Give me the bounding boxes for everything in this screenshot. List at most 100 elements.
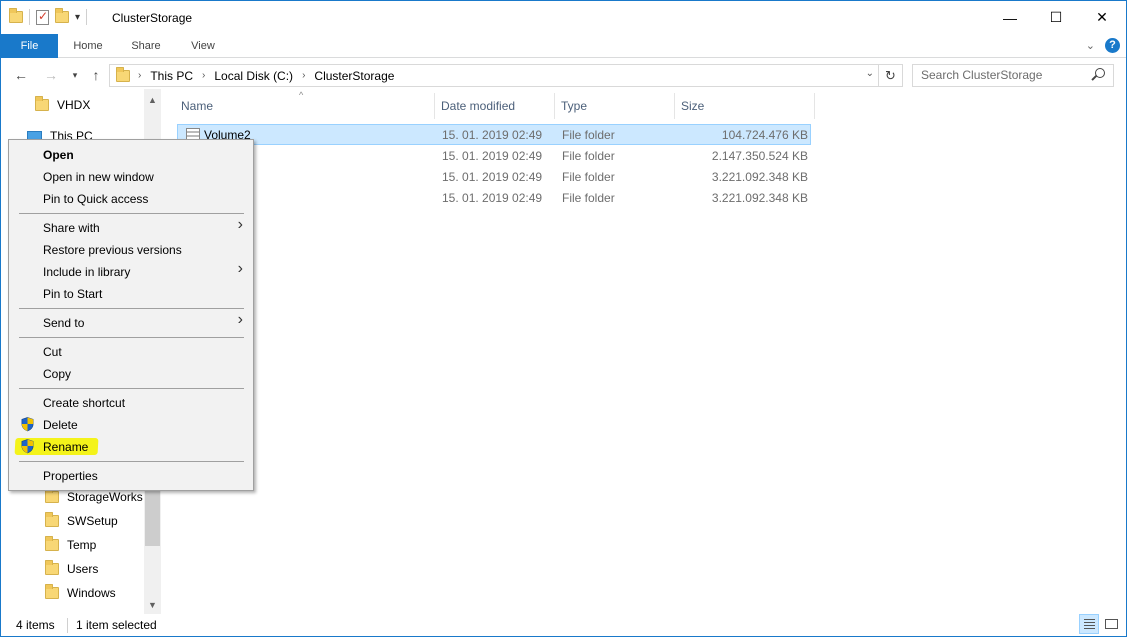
menu-item-create-shortcut[interactable]: Create shortcut — [43, 396, 125, 410]
address-dropdown-icon[interactable]: ⌄ — [866, 68, 874, 79]
file-row[interactable]: 15. 01. 2019 02:49 File folder 2.147.350… — [177, 146, 811, 167]
nav-item-label: Temp — [67, 538, 97, 552]
window-title: ClusterStorage — [112, 11, 193, 25]
uac-shield-icon — [21, 417, 34, 432]
tab-share[interactable]: Share — [121, 34, 171, 58]
breadcrumb: › This PC › Local Disk (C:) › ClusterSto… — [138, 69, 394, 83]
properties-icon[interactable] — [36, 9, 49, 25]
nav-item-users[interactable]: Users — [45, 558, 98, 580]
search-input[interactable]: Search ClusterStorage — [912, 64, 1114, 87]
menu-divider — [19, 308, 244, 309]
file-date: 15. 01. 2019 02:49 — [442, 191, 543, 205]
menu-item-cut[interactable]: Cut — [43, 345, 62, 359]
scroll-up-icon[interactable]: ▲ — [144, 95, 161, 105]
tab-home[interactable]: Home — [63, 34, 113, 58]
folder-icon — [45, 488, 59, 503]
folder-icon — [45, 536, 59, 551]
recent-locations-chevron-icon[interactable]: ▾ — [65, 65, 85, 85]
file-row-selected[interactable]: Volume2 15. 01. 2019 02:49 File folder 1… — [177, 124, 811, 145]
nav-item-label: Users — [67, 562, 99, 576]
status-bar: 4 items 1 item selected — [1, 614, 1126, 636]
menu-divider — [19, 337, 244, 338]
menu-item-pin-quick-access[interactable]: Pin to Quick access — [43, 192, 148, 206]
file-type: File folder — [562, 149, 615, 163]
explorer-window: ▾ ClusterStorage — ☐ ✕ File Home Share V… — [0, 0, 1127, 637]
toolbar-divider — [86, 9, 88, 25]
chevron-right-icon[interactable]: › — [302, 70, 305, 81]
submenu-chevron-icon: › — [237, 216, 243, 233]
nav-item-label: StorageWorks — [67, 490, 143, 504]
toolbar-divider — [29, 9, 30, 25]
column-header-date-modified[interactable]: Date modified — [435, 93, 555, 119]
file-size: 2.147.350.524 KB — [711, 149, 808, 163]
file-size: 3.221.092.348 KB — [711, 191, 808, 205]
refresh-button[interactable]: ↻ — [879, 64, 903, 87]
breadcrumb-local-disk[interactable]: Local Disk (C:) — [214, 69, 293, 83]
file-row[interactable]: 15. 01. 2019 02:49 File folder 3.221.092… — [177, 188, 811, 209]
ribbon-tabs: File Home Share View ⌄ ? — [1, 34, 1126, 58]
close-button[interactable]: ✕ — [1079, 1, 1125, 34]
minimize-button[interactable]: — — [987, 1, 1033, 34]
folder-icon — [116, 66, 130, 82]
nav-item-swsetup[interactable]: SWSetup — [45, 510, 118, 532]
customize-toolbar-arrow-icon[interactable]: ▾ — [75, 12, 80, 23]
file-row[interactable]: 15. 01. 2019 02:49 File folder 3.221.092… — [177, 167, 811, 188]
nav-item-windows[interactable]: Windows — [45, 582, 116, 604]
file-date: 15. 01. 2019 02:49 — [442, 149, 543, 163]
file-type: File folder — [562, 191, 615, 205]
column-header-size[interactable]: Size — [675, 93, 815, 119]
title-bar: ▾ ClusterStorage — ☐ ✕ — [1, 1, 1126, 34]
chevron-right-icon[interactable]: › — [202, 70, 205, 81]
menu-item-open-new-window[interactable]: Open in new window — [43, 170, 154, 184]
column-header-name[interactable]: Name — [175, 93, 435, 119]
menu-item-properties[interactable]: Properties — [43, 469, 98, 483]
column-header-type[interactable]: Type — [555, 93, 675, 119]
search-icon — [1095, 68, 1105, 78]
nav-item-label: Windows — [67, 586, 116, 600]
details-view-button[interactable] — [1079, 614, 1099, 634]
tab-view[interactable]: View — [178, 34, 228, 58]
help-icon[interactable]: ? — [1105, 38, 1120, 53]
context-menu: Open Open in new window Pin to Quick acc… — [8, 139, 254, 491]
menu-item-send-to[interactable]: Send to — [43, 316, 84, 330]
scrollbar-thumb[interactable] — [145, 484, 160, 546]
scroll-down-icon[interactable]: ▼ — [144, 600, 161, 610]
folder-icon — [45, 560, 59, 575]
menu-item-copy[interactable]: Copy — [43, 367, 71, 381]
breadcrumb-clusterstorage[interactable]: ClusterStorage — [314, 69, 394, 83]
new-folder-icon[interactable] — [55, 8, 69, 23]
back-arrow-icon[interactable]: ← — [11, 65, 31, 85]
file-list: ^ Name Date modified Type Size Volume2 1… — [163, 89, 1123, 614]
menu-divider — [19, 388, 244, 389]
folder-icon — [9, 8, 23, 23]
breadcrumb-this-pc[interactable]: This PC — [150, 69, 193, 83]
file-date: 15. 01. 2019 02:49 — [442, 128, 543, 142]
menu-item-rename[interactable]: Rename — [43, 440, 88, 454]
item-count: 4 items — [16, 618, 55, 632]
expand-ribbon-icon[interactable]: ⌄ — [1086, 39, 1095, 52]
file-type: File folder — [562, 128, 615, 142]
menu-item-delete[interactable]: Delete — [43, 418, 78, 432]
file-size: 3.221.092.348 KB — [711, 170, 808, 184]
address-bar[interactable]: › This PC › Local Disk (C:) › ClusterSto… — [109, 64, 879, 87]
forward-arrow-icon[interactable]: → — [41, 65, 61, 85]
search-placeholder: Search ClusterStorage — [921, 68, 1043, 82]
file-date: 15. 01. 2019 02:49 — [442, 170, 543, 184]
nav-item-vhdx[interactable]: VHDX — [35, 94, 90, 116]
tab-file[interactable]: File — [1, 34, 58, 58]
menu-item-open[interactable]: Open — [43, 148, 74, 162]
maximize-button[interactable]: ☐ — [1033, 1, 1079, 34]
chevron-right-icon[interactable]: › — [138, 70, 141, 81]
up-arrow-icon[interactable]: ↑ — [86, 65, 106, 85]
menu-item-pin-to-start[interactable]: Pin to Start — [43, 287, 102, 301]
menu-item-share-with[interactable]: Share with — [43, 221, 100, 235]
menu-item-restore-previous-versions[interactable]: Restore previous versions — [43, 243, 182, 257]
uac-shield-icon — [21, 439, 34, 454]
nav-item-temp[interactable]: Temp — [45, 534, 96, 556]
navigation-bar: ← → ▾ ↑ › This PC › Local Disk (C:) › Cl… — [1, 61, 1126, 89]
menu-item-include-in-library[interactable]: Include in library — [43, 265, 130, 279]
nav-item-label: SWSetup — [67, 514, 118, 528]
large-icons-view-button[interactable] — [1101, 614, 1121, 634]
nav-item-label: VHDX — [57, 98, 91, 112]
quick-access-toolbar: ▾ — [9, 8, 88, 25]
